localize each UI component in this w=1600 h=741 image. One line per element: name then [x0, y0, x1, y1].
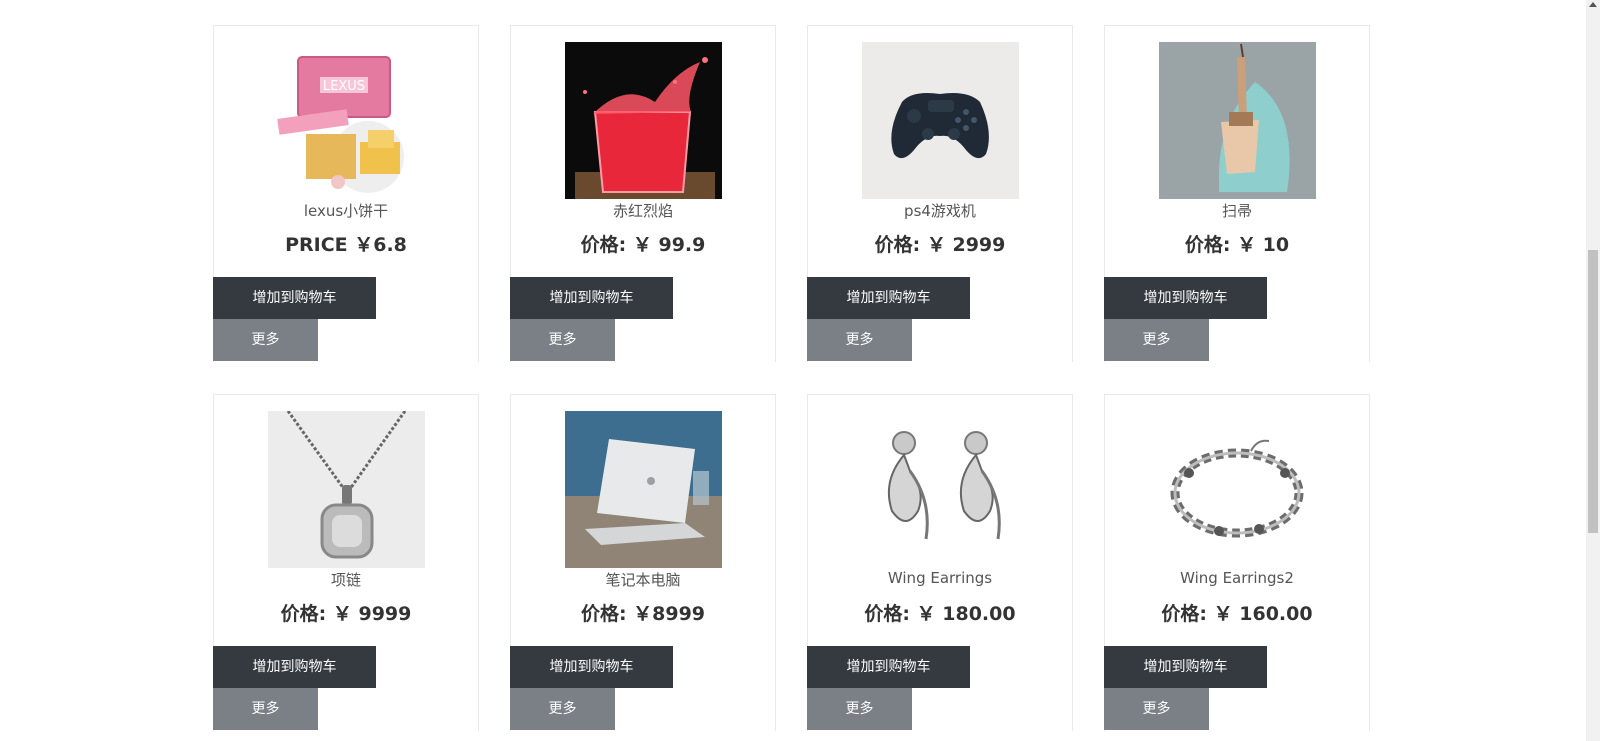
product-price: 价格: ￥ 9999: [280, 603, 412, 625]
product-image[interactable]: LEXUS: [268, 42, 425, 199]
product-grid: LEXUS lexus小饼干 PRICE ￥6.8 增加到购物车 更多 赤红烈焰…: [213, 25, 1370, 731]
product-price: 价格: ￥ 99.9: [580, 234, 706, 256]
product-price: PRICE ￥6.8: [285, 234, 407, 256]
product-image[interactable]: [862, 42, 1019, 199]
product-name[interactable]: Wing Earrings2: [1105, 569, 1369, 587]
product-name[interactable]: ps4游戏机: [808, 200, 1072, 221]
more-button[interactable]: 更多: [213, 319, 318, 361]
svg-text:LEXUS: LEXUS: [323, 79, 365, 94]
scrollbar-thumb[interactable]: [1588, 250, 1598, 533]
more-button[interactable]: 更多: [1104, 319, 1209, 361]
product-image[interactable]: [268, 411, 425, 568]
product-card: Wing Earrings 价格: ￥ 180.00 增加到购物车 更多: [807, 394, 1073, 731]
product-name[interactable]: 笔记本电脑: [511, 569, 775, 590]
add-to-cart-button[interactable]: 增加到购物车: [807, 646, 970, 688]
product-card: ps4游戏机 价格: ￥ 2999 增加到购物车 更多: [807, 25, 1073, 362]
product-image[interactable]: [565, 42, 722, 199]
product-name[interactable]: 扫帚: [1105, 200, 1369, 221]
product-name[interactable]: 项链: [214, 569, 478, 590]
add-to-cart-button[interactable]: 增加到购物车: [510, 646, 673, 688]
add-to-cart-button[interactable]: 增加到购物车: [213, 646, 376, 688]
product-image[interactable]: [565, 411, 722, 568]
add-to-cart-button[interactable]: 增加到购物车: [1104, 646, 1267, 688]
product-price: 价格: ￥ 2999: [874, 234, 1006, 256]
product-image[interactable]: [1159, 42, 1316, 199]
add-to-cart-button[interactable]: 增加到购物车: [510, 277, 673, 319]
product-price: 价格: ￥ 160.00: [1161, 603, 1313, 625]
product-name[interactable]: lexus小饼干: [214, 200, 478, 221]
more-button[interactable]: 更多: [807, 319, 912, 361]
product-name[interactable]: Wing Earrings: [808, 569, 1072, 587]
product-name[interactable]: 赤红烈焰: [511, 200, 775, 221]
more-button[interactable]: 更多: [510, 688, 615, 730]
more-button[interactable]: 更多: [510, 319, 615, 361]
add-to-cart-button[interactable]: 增加到购物车: [807, 277, 970, 319]
product-price: 价格: ￥ 10: [1184, 234, 1290, 256]
more-button[interactable]: 更多: [213, 688, 318, 730]
product-card: LEXUS lexus小饼干 PRICE ￥6.8 增加到购物车 更多: [213, 25, 479, 362]
product-card: 扫帚 价格: ￥ 10 增加到购物车 更多: [1104, 25, 1370, 362]
product-card: Wing Earrings2 价格: ￥ 160.00 增加到购物车 更多: [1104, 394, 1370, 731]
scroll-up-arrow-icon[interactable]: [1589, 2, 1597, 7]
product-image[interactable]: [1159, 411, 1316, 568]
add-to-cart-button[interactable]: 增加到购物车: [1104, 277, 1267, 319]
add-to-cart-button[interactable]: 增加到购物车: [213, 277, 376, 319]
product-card: 赤红烈焰 价格: ￥ 99.9 增加到购物车 更多: [510, 25, 776, 362]
product-price: 价格: ￥8999: [580, 603, 706, 625]
vertical-scrollbar[interactable]: [1586, 0, 1600, 741]
more-button[interactable]: 更多: [1104, 688, 1209, 730]
product-card: 项链 价格: ￥ 9999 增加到购物车 更多: [213, 394, 479, 731]
more-button[interactable]: 更多: [807, 688, 912, 730]
product-card: 笔记本电脑 价格: ￥8999 增加到购物车 更多: [510, 394, 776, 731]
product-price: 价格: ￥ 180.00: [864, 603, 1016, 625]
product-image[interactable]: [862, 411, 1019, 568]
